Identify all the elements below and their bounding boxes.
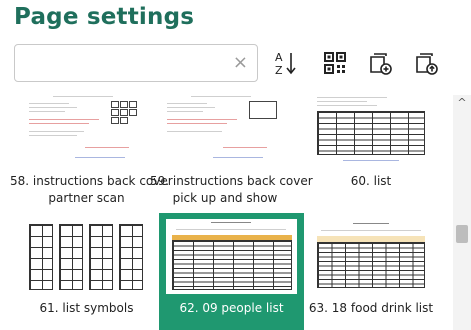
page-thumb-60[interactable] <box>313 95 429 165</box>
svg-text:A: A <box>275 51 283 64</box>
page-thumb-58[interactable] <box>25 95 148 165</box>
page-grid: 58. instructions back cover partner scan … <box>0 95 453 330</box>
search-input[interactable] <box>23 53 223 75</box>
page-label-60: 60. list <box>350 174 392 188</box>
clear-icon[interactable]: × <box>233 52 248 74</box>
page-thumb-63[interactable] <box>313 220 429 294</box>
search-box[interactable]: × <box>14 44 258 82</box>
page-label-63: 63. 18 food drink list <box>308 301 434 315</box>
page-label-62: 62. 09 people list <box>159 300 304 317</box>
scrollbar[interactable]: ^ <box>453 95 471 330</box>
scroll-up-icon[interactable]: ^ <box>453 95 471 109</box>
export-page-icon[interactable] <box>412 48 442 78</box>
scrollbar-thumb[interactable] <box>456 225 468 243</box>
page-thumb-61[interactable] <box>25 220 148 294</box>
svg-text:Z: Z <box>275 64 283 76</box>
qr-grid-icon[interactable] <box>320 48 350 78</box>
add-page-icon[interactable] <box>366 48 396 78</box>
page-label-61: 61. list symbols <box>39 301 134 315</box>
page-thumb-62[interactable] <box>166 219 297 294</box>
sort-az-icon[interactable]: A Z <box>271 48 301 78</box>
page-title: Page settings <box>14 4 195 30</box>
page-thumb-59[interactable] <box>163 95 286 165</box>
page-label-58: 58. instructions back cover partner scan <box>10 174 173 205</box>
page-label-59: 59. instructions back cover pick up and s… <box>150 174 313 205</box>
